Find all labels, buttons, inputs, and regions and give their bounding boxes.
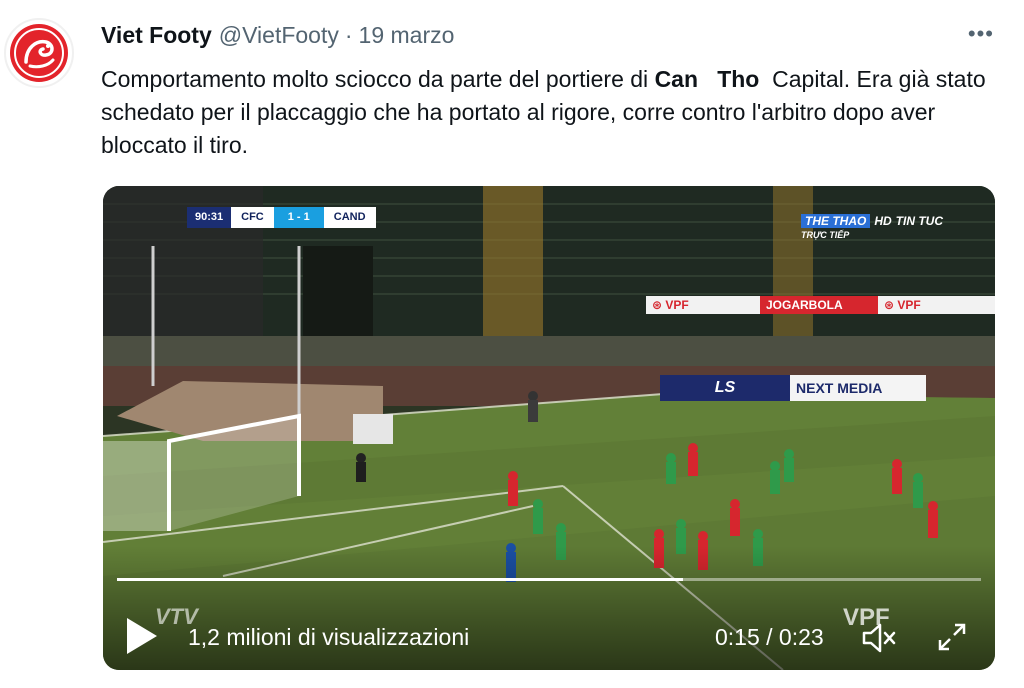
scorebug: 90:31 CFC 1 - 1 CAND bbox=[187, 207, 376, 228]
view-count: 1,2 milioni di visualizzazioni bbox=[188, 624, 470, 650]
play-icon[interactable] bbox=[125, 616, 159, 656]
broadcaster-news: TIN TUC bbox=[895, 214, 943, 228]
tweet-text-part1: Comportamento molto sciocco da parte del… bbox=[101, 66, 655, 92]
video-progress-fill bbox=[117, 578, 683, 581]
match-score: 1 - 1 bbox=[273, 207, 324, 228]
video-player[interactable]: 90:31 CFC 1 - 1 CAND THE THAO HD TIN TUC… bbox=[103, 186, 995, 670]
broadcaster-logo: THE THAO HD TIN TUC TRỰC TIẾP bbox=[800, 214, 943, 242]
video-controls: VTV VPF 1,2 milioni di visualizzazioni 0… bbox=[103, 590, 995, 670]
ad-board-vpf-2: ⊛ VPF bbox=[878, 296, 995, 314]
tweet-date[interactable]: 19 marzo bbox=[359, 22, 455, 49]
video-time: 0:15 / 0:23 bbox=[715, 624, 824, 650]
avatar[interactable] bbox=[4, 18, 74, 88]
dragon-logo-icon bbox=[10, 24, 68, 82]
home-team: CFC bbox=[231, 207, 274, 228]
tweet-text-gap bbox=[698, 66, 717, 92]
match-clock: 90:31 bbox=[187, 207, 232, 228]
user-handle[interactable]: @VietFooty bbox=[219, 22, 339, 49]
tweet-text: Comportamento molto sciocco da parte del… bbox=[101, 63, 1001, 162]
away-team: CAND bbox=[323, 207, 376, 228]
header-separator: · bbox=[344, 22, 353, 48]
ad-board-ls: LS bbox=[660, 375, 790, 401]
video-progress-bar[interactable] bbox=[117, 578, 981, 581]
more-options-button[interactable]: ••• bbox=[968, 23, 994, 45]
broadcaster-hd: HD bbox=[874, 214, 892, 228]
display-name[interactable]: Viet Footy bbox=[101, 22, 212, 49]
tweet-text-bold1: Can bbox=[654, 66, 699, 92]
tweet-text-bold2: Tho bbox=[717, 66, 760, 92]
expand-icon[interactable] bbox=[936, 621, 968, 653]
ad-board-vpf: ⊛ VPF bbox=[646, 296, 760, 314]
tweet-header: Viet Footy @VietFooty · 19 marzo bbox=[101, 22, 454, 49]
muted-speaker-icon[interactable] bbox=[861, 620, 897, 656]
broadcaster-name: THE THAO bbox=[800, 214, 871, 228]
ad-board-next-media: NEXT MEDIA bbox=[790, 375, 926, 401]
ad-board-jogarbola: JOGARBOLA bbox=[760, 296, 878, 314]
broadcaster-live: TRỰC TIẾP bbox=[800, 230, 850, 240]
